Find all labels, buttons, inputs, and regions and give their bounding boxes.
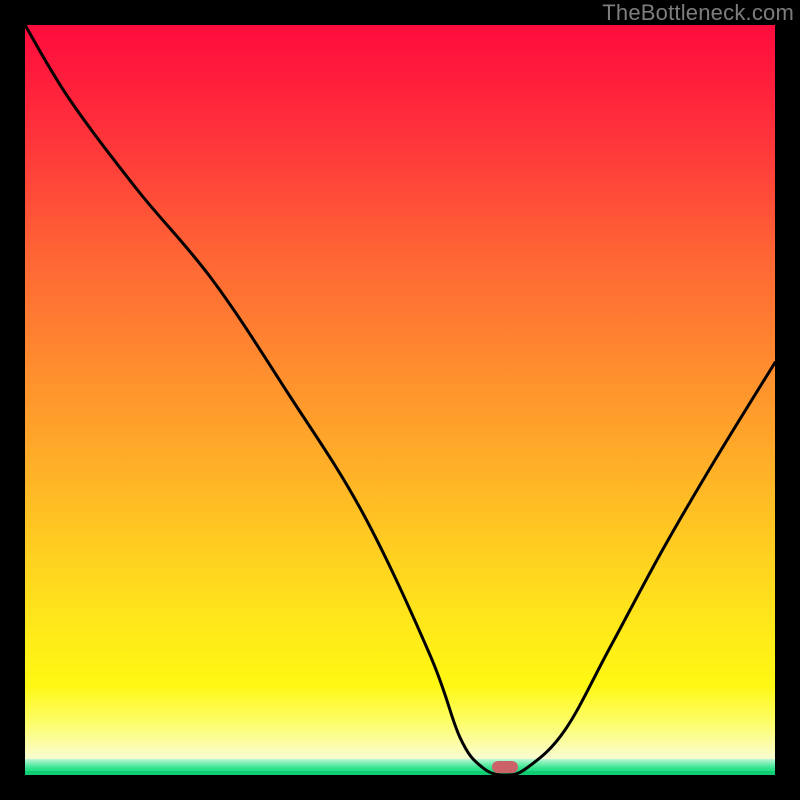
chart-frame: TheBottleneck.com (0, 0, 800, 800)
plot-area (25, 25, 775, 775)
watermark-text: TheBottleneck.com (602, 0, 794, 26)
bottleneck-curve (25, 25, 775, 775)
optimum-marker (492, 761, 518, 773)
